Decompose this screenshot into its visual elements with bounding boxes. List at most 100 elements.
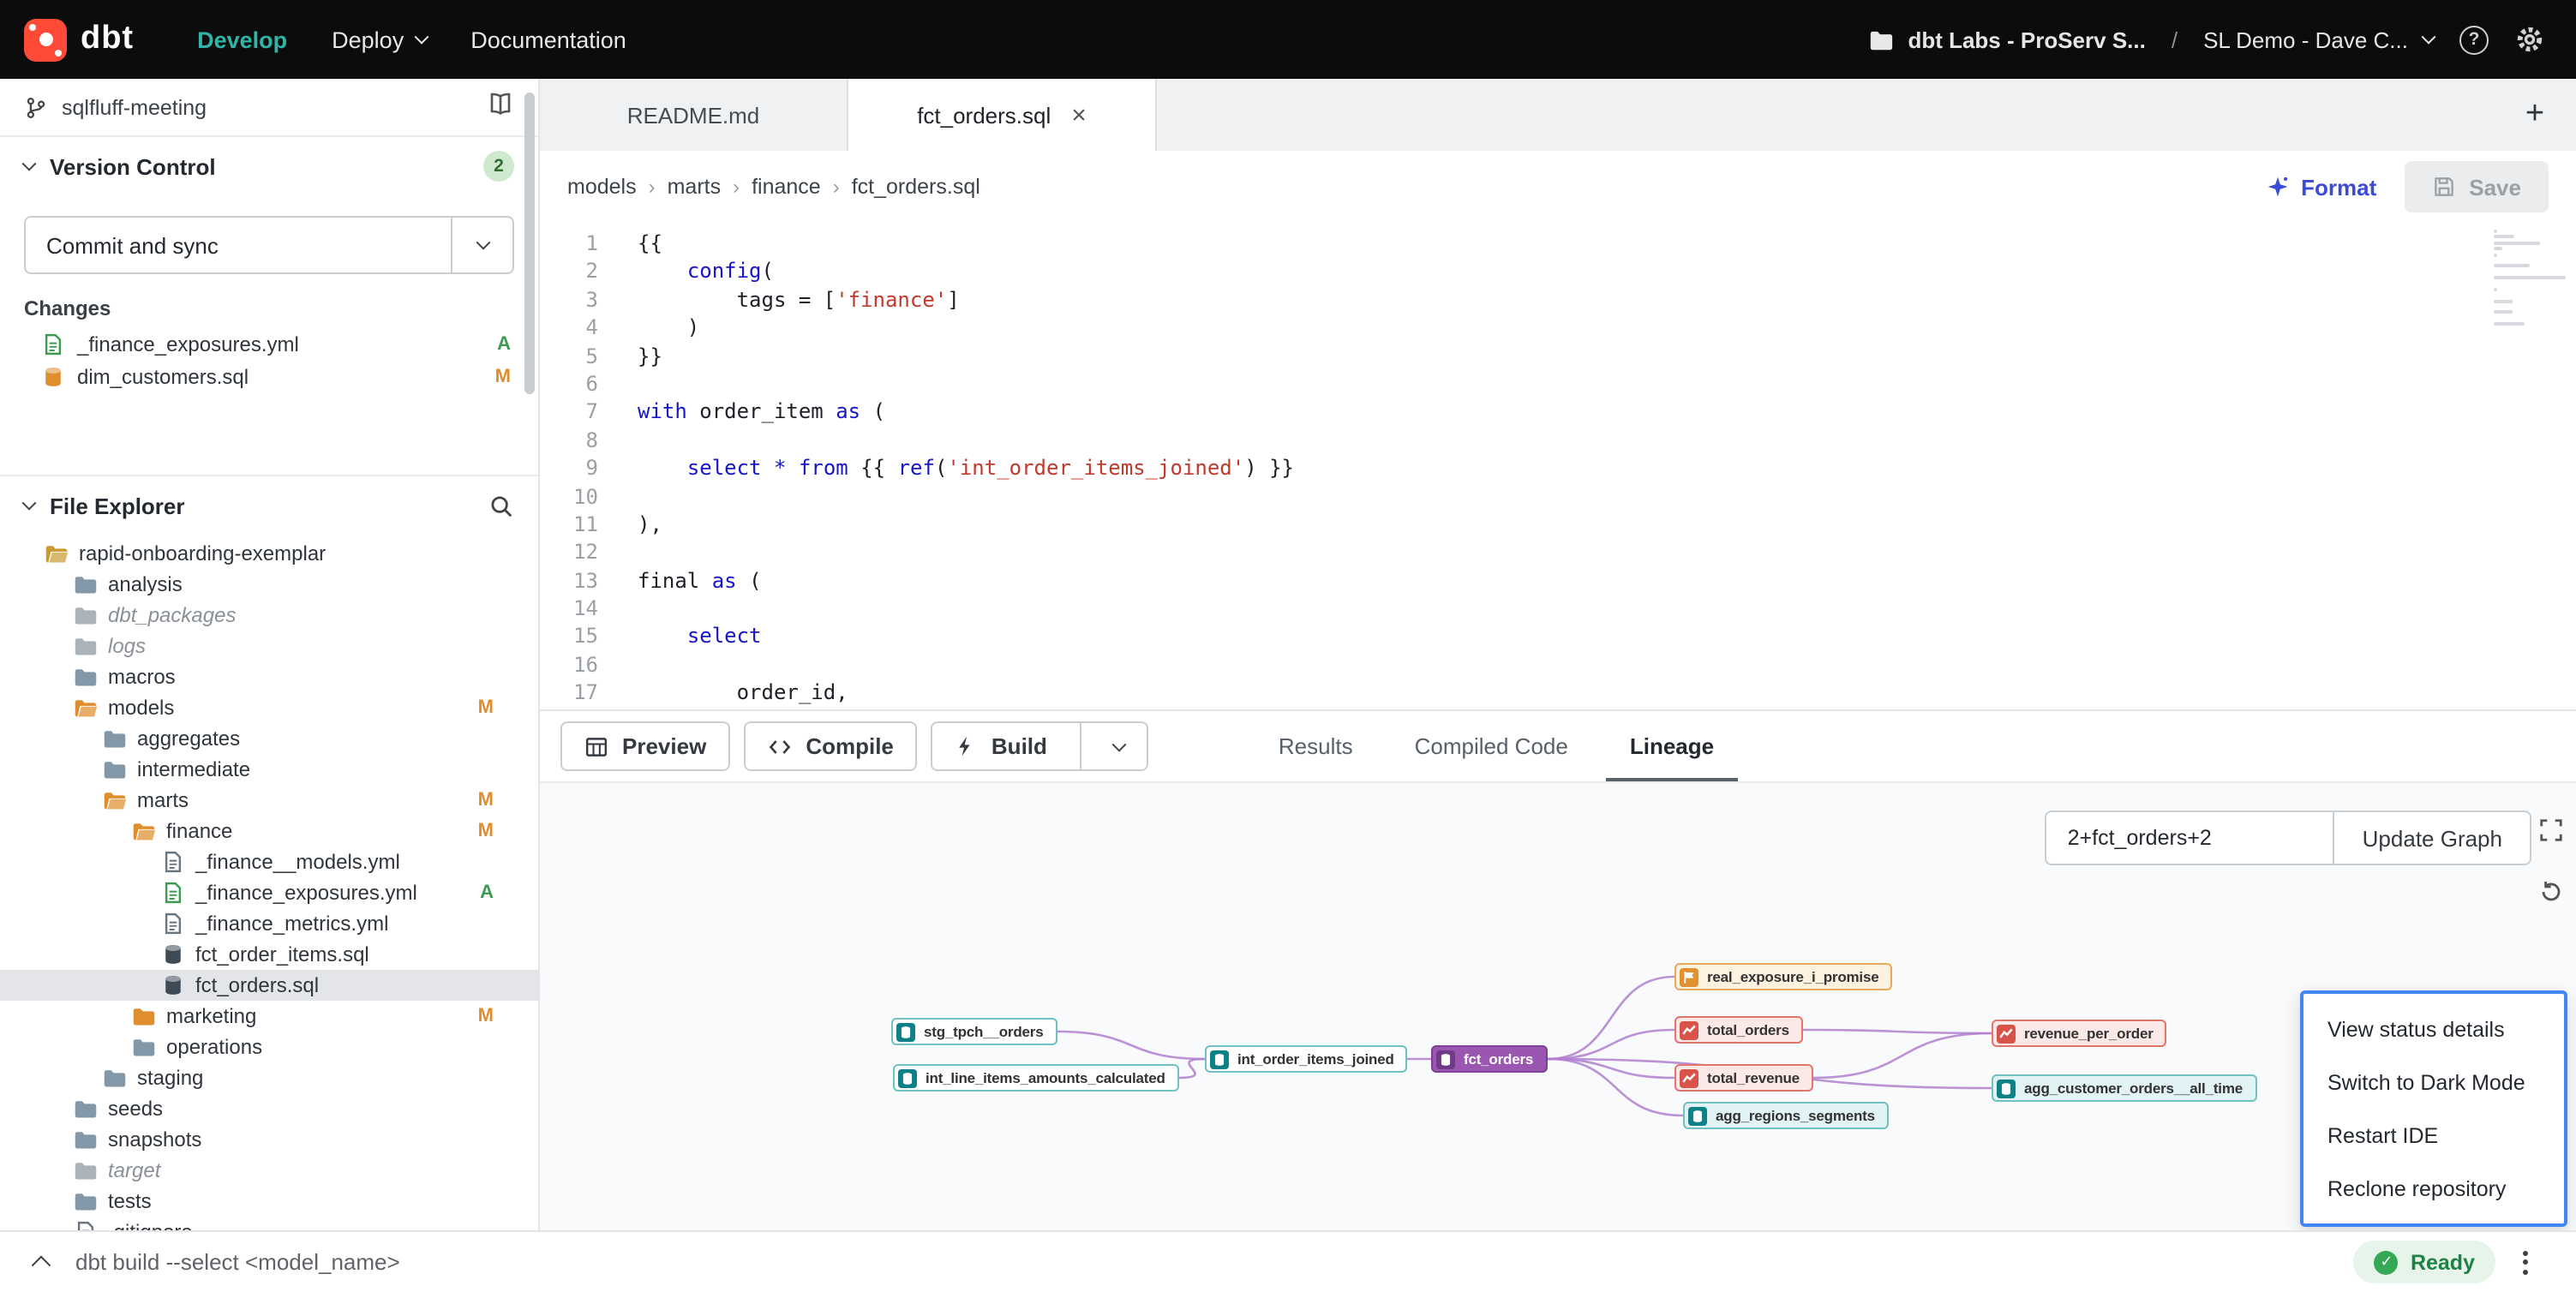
- breadcrumb-item-fct-orders-sql[interactable]: fct_orders.sql: [852, 175, 980, 199]
- tree-item-analysis[interactable]: analysis: [0, 569, 538, 600]
- lineage-node-int-line-items-amounts-calculated[interactable]: int_line_items_amounts_calculated: [893, 1064, 1179, 1092]
- model-icon: [161, 973, 185, 997]
- tree-item-aggregates[interactable]: aggregates: [0, 723, 538, 754]
- tree-item-logs[interactable]: logs: [0, 631, 538, 661]
- tree-item-intermediate[interactable]: intermediate: [0, 754, 538, 785]
- code-line: 9 select * from {{ ref('int_order_items_…: [540, 454, 2576, 482]
- lineage-node-fct-orders[interactable]: fct_orders: [1431, 1045, 1547, 1073]
- sidebar-scrollbar[interactable]: [524, 93, 535, 394]
- tree-item-target[interactable]: target: [0, 1155, 538, 1186]
- context-menu-item-reclone-repository[interactable]: Reclone repository: [2303, 1162, 2564, 1215]
- code-line: 11),: [540, 511, 2576, 539]
- code-editor[interactable]: 1{{2 config(3 tags = ['finance']4 )5}}67…: [540, 223, 2576, 709]
- editor-minimap[interactable]: [2494, 230, 2569, 326]
- tree-item-dbt-packages[interactable]: dbt_packages: [0, 600, 538, 631]
- tree-item-staging[interactable]: staging: [0, 1062, 538, 1093]
- code-line: 13final as (: [540, 566, 2576, 595]
- editor-tab-readme-md[interactable]: README.md: [540, 79, 848, 151]
- dbt-logo[interactable]: dbt: [24, 18, 134, 61]
- line-number: 1: [540, 230, 622, 258]
- tree-item-finance-metrics-yml[interactable]: _finance_metrics.yml: [0, 908, 538, 939]
- fullscreen-icon[interactable]: [2538, 817, 2564, 852]
- tree-item-finance-exposures-yml[interactable]: _finance_exposures.ymlA: [0, 877, 538, 908]
- more-options-icon[interactable]: [2523, 1250, 2528, 1274]
- git-status-M: M: [478, 821, 494, 841]
- lineage-node-real-exposure-i-promise[interactable]: real_exposure_i_promise: [1674, 963, 1892, 990]
- lineage-node-agg-customer-orders-all-time[interactable]: agg_customer_orders__all_time: [1992, 1074, 2256, 1102]
- lineage-node-total-orders[interactable]: total_orders: [1674, 1016, 1803, 1044]
- change-item-dim-customers-sql[interactable]: dim_customers.sqlM: [0, 360, 538, 392]
- tree-item-finance-models-yml[interactable]: _finance__models.yml: [0, 846, 538, 877]
- tree-item-fct-orders-sql[interactable]: fct_orders.sql: [0, 970, 538, 1001]
- build-options-dropdown[interactable]: [1095, 741, 1124, 751]
- tree-item-fct-order-items-sql[interactable]: fct_order_items.sql: [0, 939, 538, 970]
- panel-tab-compiled-code[interactable]: Compiled Code: [1384, 711, 1599, 781]
- panel-tab-lineage[interactable]: Lineage: [1599, 711, 1745, 781]
- format-button[interactable]: Format: [2265, 174, 2376, 200]
- account-switcher[interactable]: dbt Labs - ProServ S...: [1868, 27, 2145, 52]
- lineage-node-total-revenue[interactable]: total_revenue: [1674, 1064, 1813, 1092]
- commit-and-sync-button[interactable]: Commit and sync: [24, 216, 514, 274]
- folder-icon: [103, 757, 127, 781]
- file-search-icon[interactable]: [488, 493, 514, 518]
- expand-command-bar-icon[interactable]: [34, 1247, 48, 1277]
- gear-icon[interactable]: [2514, 24, 2545, 55]
- change-item-finance-exposures-yml[interactable]: _finance_exposures.ymlA: [0, 327, 538, 360]
- version-control-header[interactable]: Version Control 2: [0, 137, 538, 195]
- save-icon: [2431, 175, 2455, 199]
- panel-tab-results[interactable]: Results: [1248, 711, 1384, 781]
- build-icon: [956, 735, 978, 757]
- commit-options-dropdown[interactable]: [451, 218, 512, 272]
- lineage-node-int-order-items-joined[interactable]: int_order_items_joined: [1205, 1045, 1408, 1073]
- compile-button[interactable]: Compile: [744, 721, 918, 771]
- update-graph-button[interactable]: Update Graph: [2333, 810, 2531, 865]
- tree-item-models[interactable]: modelsM: [0, 692, 538, 723]
- tree-item-macros[interactable]: macros: [0, 661, 538, 692]
- tree-item-label: marketing: [166, 1004, 256, 1028]
- git-branch-row[interactable]: sqlfluff-meeting: [0, 79, 538, 137]
- nav-deploy[interactable]: Deploy: [309, 0, 448, 79]
- new-tab-button[interactable]: +: [2494, 79, 2576, 151]
- save-button[interactable]: Save: [2404, 161, 2549, 212]
- tree-item-marts[interactable]: martsM: [0, 785, 538, 816]
- context-menu-item-restart-ide[interactable]: Restart IDE: [2303, 1109, 2564, 1162]
- tree-item-operations[interactable]: operations: [0, 1032, 538, 1062]
- close-tab-icon[interactable]: ×: [1071, 102, 1087, 128]
- project-switcher[interactable]: SL Demo - Dave C...: [2203, 27, 2434, 52]
- tree-item-seeds[interactable]: seeds: [0, 1093, 538, 1124]
- commit-button-label: Commit and sync: [26, 232, 451, 258]
- breadcrumb-item-marts[interactable]: marts: [668, 175, 722, 199]
- tree-item-rapid-onboarding-exemplar[interactable]: rapid-onboarding-exemplar: [0, 538, 538, 569]
- build-button[interactable]: Build: [932, 721, 1148, 771]
- context-menu-item-view-status-details[interactable]: View status details: [2303, 1002, 2564, 1056]
- command-input[interactable]: dbt build --select <model_name>: [75, 1249, 400, 1275]
- preview-button[interactable]: Preview: [560, 721, 730, 771]
- reset-view-icon[interactable]: [2538, 879, 2564, 913]
- code-line: 5}}: [540, 342, 2576, 370]
- navbar-links: DevelopDeployDocumentation: [175, 0, 649, 79]
- breadcrumb-item-finance[interactable]: finance: [752, 175, 821, 199]
- tree-item-finance[interactable]: financeM: [0, 816, 538, 846]
- breadcrumb-item-models[interactable]: models: [567, 175, 637, 199]
- help-icon[interactable]: ?: [2459, 25, 2489, 54]
- folder-icon: [103, 1066, 127, 1090]
- code-line: 4 ): [540, 314, 2576, 342]
- tree-item-snapshots[interactable]: snapshots: [0, 1124, 538, 1155]
- tree-item-gitignore[interactable]: .gitignore: [0, 1217, 538, 1230]
- line-number: 7: [540, 398, 622, 427]
- nav-documentation[interactable]: Documentation: [448, 0, 649, 79]
- docs-book-icon[interactable]: [487, 91, 514, 123]
- breadcrumb: models›marts›finance›fct_orders.sql: [567, 175, 980, 199]
- tree-item-marketing[interactable]: marketingM: [0, 1001, 538, 1032]
- lineage-node-revenue-per-order[interactable]: revenue_per_order: [1992, 1020, 2167, 1047]
- lineage-node-agg-regions-segments[interactable]: agg_regions_segments: [1683, 1102, 1889, 1129]
- changes-label: Changes: [0, 291, 538, 327]
- context-menu-item-switch-to-dark-mode[interactable]: Switch to Dark Mode: [2303, 1056, 2564, 1109]
- account-name: dbt Labs - ProServ S...: [1908, 27, 2145, 52]
- lineage-node-stg-tpch-orders[interactable]: stg_tpch__orders: [891, 1018, 1057, 1045]
- editor-tab-fct-orders-sql[interactable]: fct_orders.sql×: [848, 79, 1157, 151]
- file-explorer-header[interactable]: File Explorer: [0, 476, 538, 535]
- tree-item-tests[interactable]: tests: [0, 1186, 538, 1217]
- lineage-filter-input[interactable]: [2046, 810, 2333, 865]
- nav-develop[interactable]: Develop: [175, 0, 309, 79]
